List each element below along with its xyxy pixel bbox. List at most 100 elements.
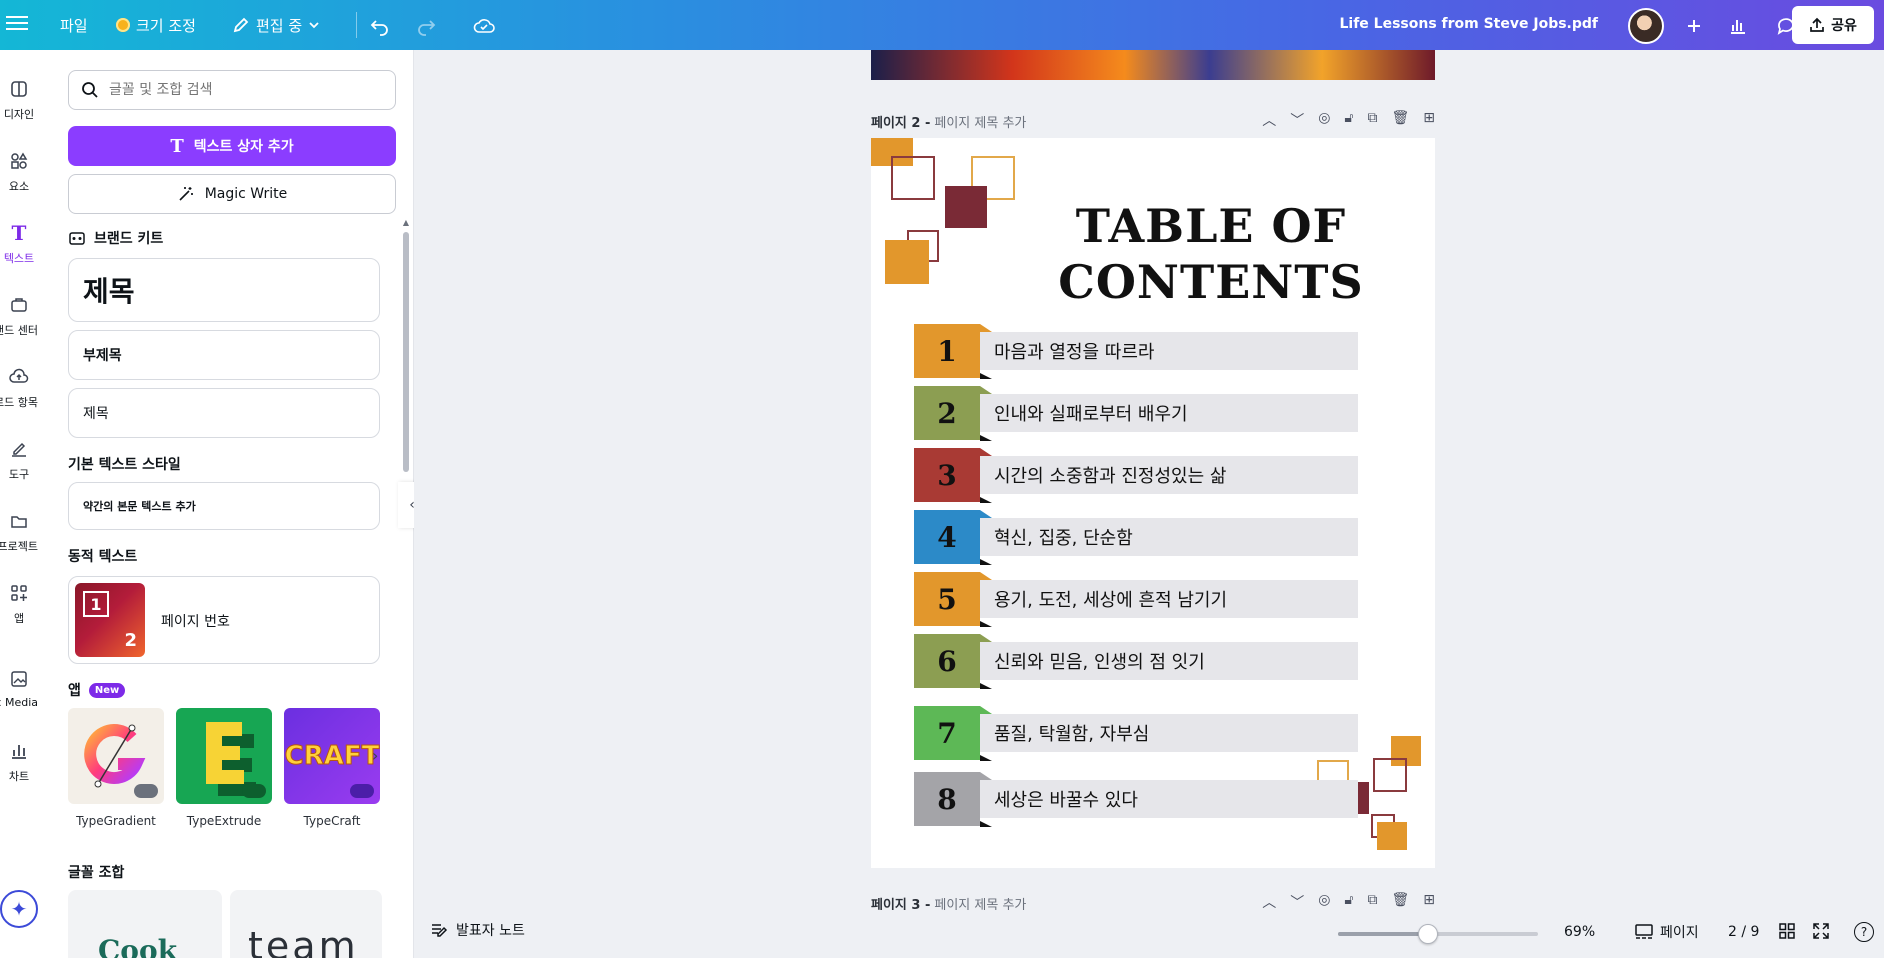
decor-square	[885, 240, 929, 284]
font-search[interactable]	[68, 70, 396, 110]
redo-button[interactable]	[408, 8, 444, 44]
help-button[interactable]: ?	[1854, 922, 1874, 942]
rail-projects[interactable]: 프로젝트	[0, 510, 38, 554]
grid-view-button[interactable]	[1778, 922, 1796, 944]
cloud-save-button[interactable]	[466, 8, 502, 44]
zoom-level[interactable]: 69%	[1564, 924, 1595, 940]
menu-icon[interactable]	[6, 12, 28, 34]
magic-write-label: Magic Write	[204, 186, 288, 202]
page-1-bottom-edge[interactable]	[871, 50, 1435, 80]
page-3-add-title[interactable]: 페이지 제목 추가	[934, 894, 1026, 911]
toc-flag	[980, 386, 992, 394]
brand-body-style[interactable]: 제목	[68, 388, 380, 438]
decor-square	[891, 156, 935, 200]
apps-next-arrow[interactable]: ›	[372, 746, 378, 765]
rail-magic-media[interactable]: Magic Media	[0, 668, 38, 709]
toc-entry-text: 세상은 바꿀수 있다	[980, 780, 1358, 818]
pages-button[interactable]: 페이지	[1634, 922, 1699, 942]
app-typeextrude[interactable]	[176, 708, 272, 804]
magic-wand-icon	[179, 187, 193, 201]
upload-cloud-icon	[8, 366, 30, 388]
toc-flag	[980, 448, 992, 456]
toc-flag	[980, 510, 992, 518]
zoom-fill	[1338, 932, 1428, 936]
rail-text[interactable]: T 텍스트	[0, 221, 38, 266]
toc-row[interactable]: 혁신, 집중, 단순함 4	[914, 510, 1358, 565]
toc-entry-text: 신뢰와 믿음, 인생의 점 잇기	[980, 642, 1358, 680]
undo-button[interactable]	[362, 8, 398, 44]
toc-flag	[980, 572, 992, 580]
pages-label: 페이지	[1660, 925, 1699, 941]
toc-row[interactable]: 신뢰와 믿음, 인생의 점 잇기 6	[914, 634, 1358, 689]
brand-subheading-style[interactable]: 부제목	[68, 330, 380, 380]
hide-icon[interactable]: ◎	[1318, 892, 1330, 910]
page-2-add-title[interactable]: 페이지 제목 추가	[934, 112, 1026, 131]
toc-row[interactable]: 인내와 실패로부터 배우기 2	[914, 386, 1358, 441]
editing-mode-button[interactable]: 편집 중	[222, 7, 330, 43]
chevron-down-icon[interactable]: ﹀	[1290, 892, 1304, 910]
magic-write-button[interactable]: Magic Write	[68, 174, 396, 214]
toc-row[interactable]: 세상은 바꿀수 있다 8	[914, 772, 1358, 827]
expand-icon	[1813, 923, 1829, 939]
toc-row[interactable]: 시간의 소중함과 진정성있는 삶3	[914, 448, 1358, 503]
toc-row[interactable]: 마음과 열정을 따르라 1	[914, 324, 1358, 379]
lock-icon[interactable]: 🔓︎	[1344, 110, 1353, 130]
scroll-up-icon[interactable]: ▲	[402, 218, 410, 227]
analytics-button[interactable]	[1720, 8, 1756, 44]
trash-icon[interactable]: 🗑︎	[1391, 892, 1409, 910]
chevron-down-icon[interactable]: ﹀	[1290, 110, 1304, 130]
rail-uploads[interactable]: 업로드 항목	[0, 366, 38, 410]
magic-assistant-button[interactable]: ✦	[0, 890, 38, 928]
toc-row[interactable]: 용기, 도전, 세상에 흔적 남기기 5	[914, 572, 1358, 627]
invite-button[interactable]	[1676, 8, 1712, 44]
app-typecraft[interactable]: CRAFT	[284, 708, 380, 804]
document-title[interactable]: Life Lessons from Steve Jobs.pdf	[1339, 16, 1598, 32]
chevron-up-icon[interactable]: ︿	[1262, 892, 1276, 910]
duplicate-icon[interactable]: ⧉	[1367, 892, 1377, 910]
add-textbox-button[interactable]: T 텍스트 상자 추가	[68, 126, 396, 166]
redo-icon	[418, 20, 436, 36]
page-2-canvas[interactable]: TABLE OF CONTENTS 마음과 열정을 따르라 1 인내와 실패로부터 …	[871, 138, 1435, 868]
rail-charts[interactable]: 차트	[0, 740, 38, 784]
page-number-item[interactable]: 1 2 페이지 번호	[68, 576, 380, 664]
magic-media-icon	[8, 668, 30, 690]
body-text-style[interactable]: 약간의 본문 텍스트 추가	[68, 482, 380, 530]
zoom-handle[interactable]	[1418, 924, 1438, 944]
cloud-check-icon	[473, 19, 495, 33]
brand-heading-style[interactable]: 제목	[68, 258, 380, 322]
fullscreen-button[interactable]	[1812, 922, 1830, 944]
pages-icon	[1635, 924, 1653, 939]
chevron-up-icon[interactable]: ︿	[1262, 110, 1276, 130]
avatar[interactable]	[1628, 8, 1664, 44]
hide-icon[interactable]: ◎	[1318, 110, 1330, 130]
font-combo-card[interactable]: Cook	[68, 890, 222, 958]
file-menu[interactable]: 파일	[50, 7, 98, 43]
add-page-icon[interactable]: ⊞	[1423, 110, 1435, 130]
font-combo-card[interactable]: team	[230, 890, 382, 958]
search-input[interactable]	[109, 82, 379, 98]
toc-title[interactable]: TABLE OF CONTENTS	[1011, 198, 1411, 310]
add-textbox-label: 텍스트 상자 추가	[193, 139, 294, 155]
scrollbar-thumb[interactable]	[403, 232, 409, 472]
share-button[interactable]: 공유	[1792, 6, 1874, 44]
toc-row[interactable]: 품질, 탁월함, 자부심 7	[914, 706, 1358, 761]
duplicate-icon[interactable]: ⧉	[1367, 110, 1377, 130]
rail-label: Magic Media	[0, 696, 38, 709]
rail-brand[interactable]: 브랜드 센터	[0, 294, 38, 338]
new-badge: New	[88, 682, 126, 698]
resize-button[interactable]: 크기 조정	[106, 7, 206, 43]
panel-scrollbar[interactable]: ▲ ▼	[402, 218, 410, 918]
apps-heading: 앱 New	[68, 680, 126, 700]
lock-icon[interactable]: 🔓︎	[1344, 892, 1353, 910]
speaker-notes-button[interactable]: 발표자 노트	[430, 920, 525, 940]
rail-apps[interactable]: 앱	[0, 582, 38, 626]
trash-icon[interactable]: 🗑︎	[1391, 110, 1409, 130]
page-3-header: 페이지 3 - 페이지 제목 추가 ︿ ﹀ ◎ 🔓︎ ⧉ 🗑︎ ⊞	[871, 892, 1435, 910]
rail-elements[interactable]: 요소	[0, 150, 38, 194]
app-typegradient[interactable]	[68, 708, 164, 804]
zoom-slider[interactable]	[1338, 924, 1538, 944]
rail-draw[interactable]: 도구	[0, 438, 38, 482]
add-page-icon[interactable]: ⊞	[1423, 892, 1435, 910]
page-2-header: 페이지 2 - 페이지 제목 추가 ︿ ﹀ ◎ 🔓︎ ⧉ 🗑︎ ⊞	[871, 110, 1435, 132]
rail-design[interactable]: 디자인	[0, 78, 38, 122]
